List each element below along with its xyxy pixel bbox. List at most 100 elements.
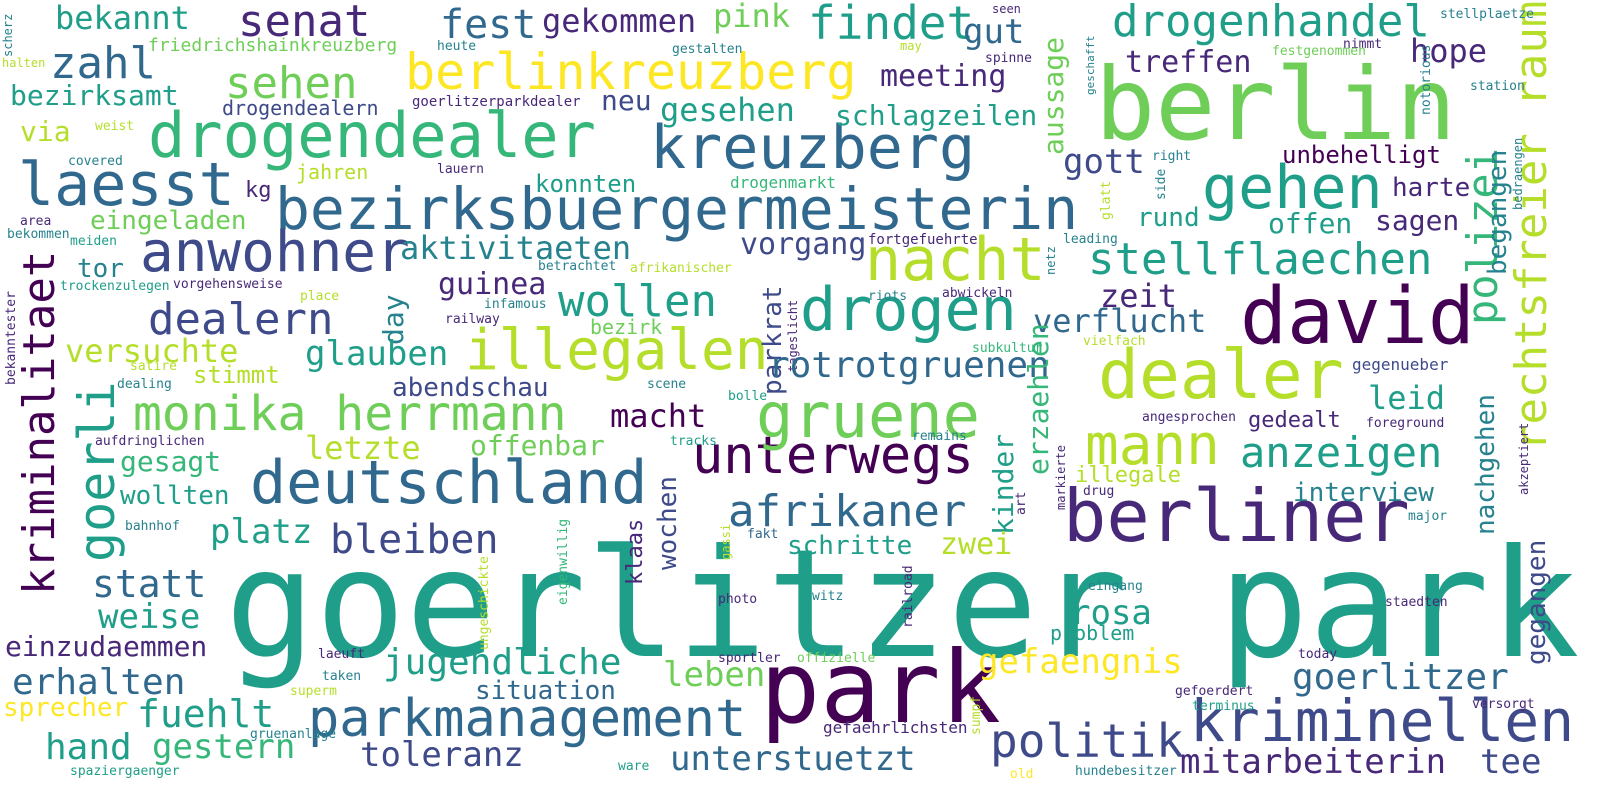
word-markierte: markierte <box>1054 444 1068 510</box>
word-offizielle: offizielle <box>797 651 876 666</box>
word-bleiben: bleiben <box>330 517 499 563</box>
word-covered: covered <box>68 154 123 169</box>
word-staedten: staedten <box>1385 595 1448 610</box>
word-meeting: meeting <box>880 59 1007 94</box>
word-interview: interview <box>1293 478 1434 508</box>
word-bezirksamt: bezirksamt <box>10 79 179 112</box>
word-erzaehlen: erzaehlen <box>1022 323 1055 475</box>
word-laeuft: laeuft <box>318 647 365 662</box>
word-unterstuetzt: unterstuetzt <box>670 739 916 779</box>
word-ware: ware <box>618 759 650 774</box>
word-klaas: klaas <box>623 518 648 585</box>
word-gefaehrlichsten: gefaehrlichsten <box>823 718 968 737</box>
word-akzeptiert: akzeptiert <box>1517 422 1531 495</box>
word-hundebesitzer: hundebesitzer <box>1075 764 1177 779</box>
word-verflucht: verflucht <box>1033 302 1207 340</box>
word-rund: rund <box>1137 203 1200 233</box>
word-stellflaechen: stellflaechen <box>1088 234 1433 285</box>
word-offenbar: offenbar <box>470 429 605 462</box>
word-photo: photo <box>718 592 758 607</box>
word-rechtsfreier-raum: rechtsfreier raum <box>1506 1 1557 452</box>
word-gefaengnis: gefaengnis <box>978 642 1183 682</box>
word-vorgang: vorgang <box>740 227 867 262</box>
word-bekannt: bekannt <box>55 0 190 37</box>
word-bekanntester: bekanntester <box>4 291 19 385</box>
word-bahnhof: bahnhof <box>125 519 180 534</box>
word-afrikanischer: afrikanischer <box>630 261 732 276</box>
word-gesehen: gesehen <box>660 91 795 129</box>
word-railway: railway <box>445 312 500 327</box>
word-schlagzeilen: schlagzeilen <box>835 99 1038 132</box>
word-fakt: fakt <box>747 527 779 542</box>
word-bedraengen: bedraengen <box>1511 137 1525 210</box>
word-macht: macht <box>610 397 707 435</box>
word-gekommen: gekommen <box>542 2 697 40</box>
word-today: today <box>1298 647 1338 662</box>
word-gott: gott <box>1063 142 1145 182</box>
word-station: station <box>1470 79 1525 94</box>
word-politik: politik <box>990 714 1184 768</box>
word-tee: tee <box>1480 742 1542 782</box>
word-dealer: dealer <box>1098 336 1344 415</box>
word-abwickeln: abwickeln <box>942 286 1013 301</box>
word-kinder: kinder <box>987 433 1020 535</box>
word-gut: gut <box>963 12 1025 52</box>
word-pink: pink <box>713 0 791 35</box>
word-angesprochen: angesprochen <box>1142 410 1236 425</box>
word-versorgt: versorgt <box>1472 697 1535 712</box>
word-weist: weist <box>95 119 135 134</box>
word-netz: netz <box>1044 246 1058 275</box>
word-satire: satire <box>130 359 177 374</box>
word-lauern: lauern <box>437 162 484 177</box>
word-leid: leid <box>1368 379 1446 417</box>
word-taken: taken <box>322 669 362 684</box>
word-gesagt: gesagt <box>120 445 222 478</box>
word-heute: heute <box>437 39 477 54</box>
word-gegenueber: gegenueber <box>1352 355 1449 374</box>
word-leben: leben <box>663 655 766 695</box>
word-drogenmarkt: drogenmarkt <box>730 173 836 192</box>
word-abendschau: abendschau <box>392 373 549 403</box>
word-offen: offen <box>1268 207 1353 240</box>
word-situation: situation <box>475 676 616 706</box>
word-halten: halten <box>2 56 46 70</box>
word-meiden: meiden <box>70 234 117 249</box>
word-einzudaemmen: einzudaemmen <box>5 630 208 663</box>
word-problem: problem <box>1050 621 1135 645</box>
word-right: right <box>1152 149 1192 164</box>
word-glauben: glauben <box>305 334 449 374</box>
word-art: art <box>1014 491 1029 515</box>
word-neu: neu <box>601 84 652 117</box>
word-sagen: sagen <box>1375 204 1460 237</box>
word-guinea: guinea <box>438 267 547 302</box>
word-findet: findet <box>808 0 975 50</box>
word-drogenhandel: drogenhandel <box>1112 0 1430 47</box>
word-betrachtet: betrachtet <box>538 259 617 274</box>
word-unbehelligt: unbehelligt <box>1282 141 1441 169</box>
word-treffen: treffen <box>1125 45 1252 80</box>
word-scherz: scherz <box>1 13 15 57</box>
word-wochen: wochen <box>653 476 683 570</box>
word-spaziergaenger: spaziergaenger <box>70 764 180 779</box>
word-eigenwillig: eigenwillig <box>556 518 571 605</box>
word-gassi: gassi <box>719 523 733 560</box>
word-glatt: glatt <box>1099 180 1114 220</box>
word-stimmt: stimmt <box>193 361 280 389</box>
word-witz: witz <box>812 589 844 604</box>
word-hand: hand <box>45 727 132 768</box>
word-goerli: goerli <box>68 381 126 562</box>
word-railroad: railroad <box>901 565 916 628</box>
word-superm: superm <box>290 684 337 699</box>
word-cloud: goerlitzer park berlin bezirksbuergermeist… <box>0 0 1600 800</box>
word-schritte: schritte <box>787 531 913 561</box>
word-sumpf: sumpf <box>969 695 984 735</box>
word-infamous: infamous <box>484 297 547 312</box>
word-major: major <box>1408 509 1448 524</box>
word-toleranz: toleranz <box>360 735 524 775</box>
word-festgenommen: festgenommen <box>1272 44 1366 59</box>
word-via: via <box>20 115 71 148</box>
word-seen: seen <box>992 2 1021 16</box>
word-drug: drug <box>1083 484 1115 499</box>
word-jahren: jahren <box>296 160 369 184</box>
word-leading: leading <box>1063 232 1118 247</box>
